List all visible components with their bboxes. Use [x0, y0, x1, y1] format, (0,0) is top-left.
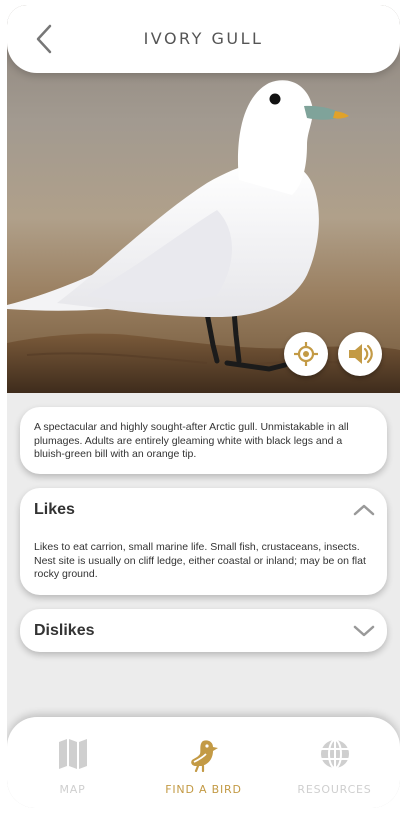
map-icon: [58, 739, 87, 769]
chevron-down-icon: [353, 625, 375, 637]
bottom-navigation: MAP FIND A BIRD RESOURCES: [7, 717, 400, 808]
bird-icon: [190, 740, 218, 772]
speaker-icon: [349, 344, 373, 364]
nav-label-resources: RESOURCES: [297, 783, 372, 796]
page-title: IVORY GULL: [143, 29, 264, 48]
globe-icon: [320, 739, 349, 769]
nav-label-map: MAP: [59, 783, 86, 796]
description-text: A spectacular and highly sought-after Ar…: [34, 421, 349, 460]
crosshair-icon: [294, 342, 318, 366]
screen: IVORY GULL A spectacular and highly soug…: [7, 5, 400, 808]
nav-item-resources[interactable]: RESOURCES: [269, 717, 400, 808]
app-header: IVORY GULL: [7, 5, 400, 73]
locate-button[interactable]: [284, 332, 328, 376]
likes-heading: Likes: [34, 501, 75, 518]
dislikes-heading: Dislikes: [34, 622, 95, 639]
description-card: A spectacular and highly sought-after Ar…: [20, 407, 387, 474]
dislikes-section[interactable]: Dislikes: [20, 609, 387, 652]
nav-item-map[interactable]: MAP: [7, 717, 138, 808]
likes-section: Likes Likes to eat carrion, small marine…: [20, 488, 387, 595]
likes-text: Likes to eat carrion, small marine life.…: [34, 541, 366, 580]
chevron-up-icon: [353, 504, 375, 516]
nav-item-find-a-bird[interactable]: FIND A BIRD: [138, 717, 269, 808]
likes-toggle[interactable]: Likes: [20, 488, 387, 532]
nav-label-find-a-bird: FIND A BIRD: [165, 783, 242, 796]
sound-button[interactable]: [338, 332, 382, 376]
